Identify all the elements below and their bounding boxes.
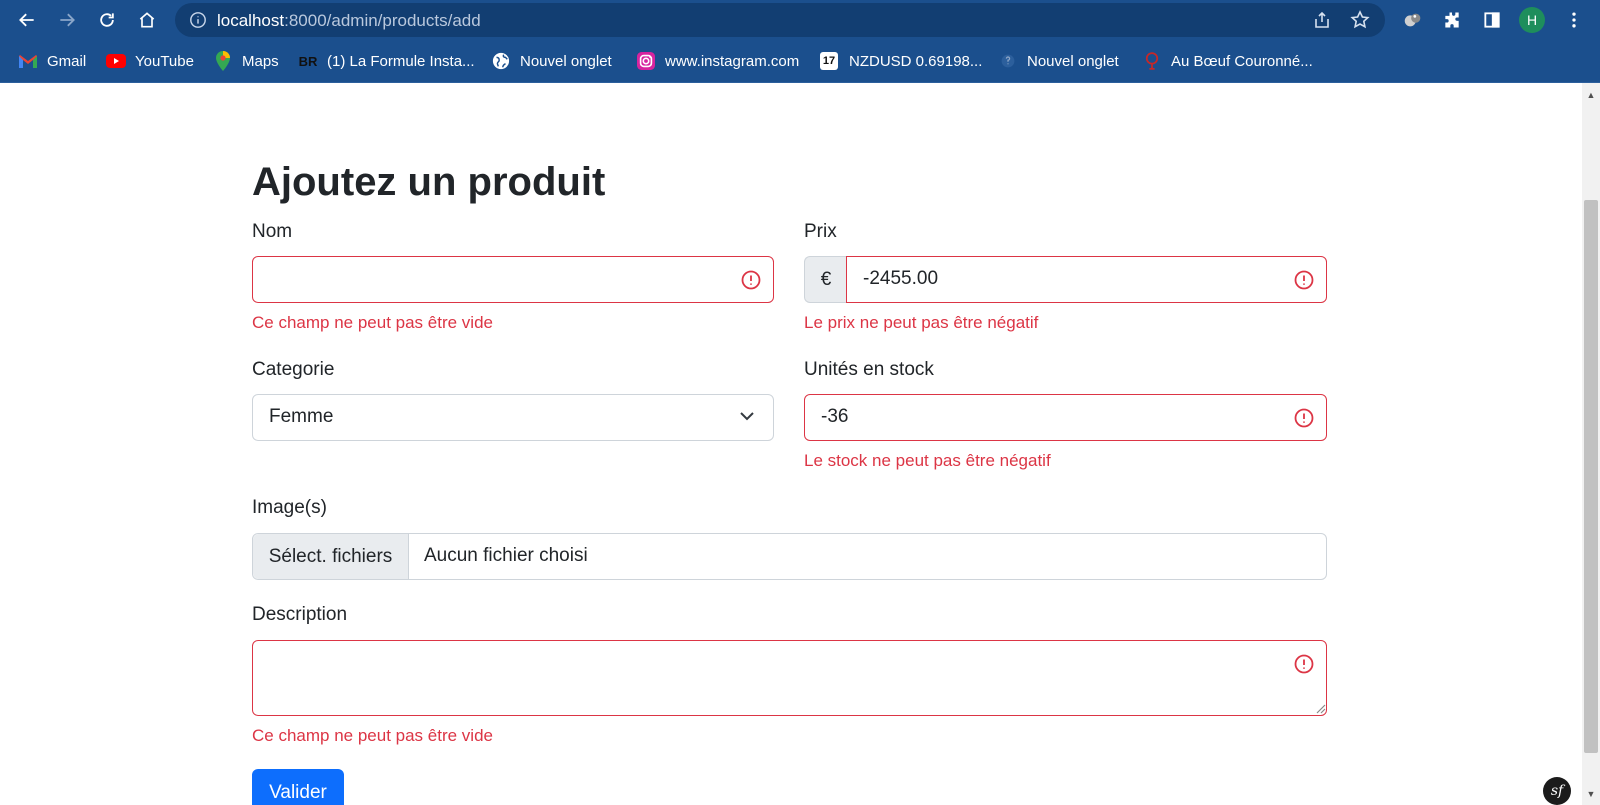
url-host: localhost <box>217 11 285 30</box>
error-icon <box>741 270 761 290</box>
side-panel-icon[interactable] <box>1480 8 1504 32</box>
bookmark-label: Nouvel onglet <box>520 52 612 70</box>
price-error: Le prix ne peut pas être négatif <box>804 313 1039 332</box>
symfony-icon[interactable]: sf <box>1543 777 1571 805</box>
bookmark-label: YouTube <box>135 52 194 70</box>
category-select[interactable]: Femme <box>252 394 774 441</box>
url-path: :8000/admin/products/add <box>284 11 481 30</box>
category-selected: Femme <box>269 406 334 427</box>
forward-button[interactable] <box>52 5 82 35</box>
bookmark-nzdusd[interactable]: 17 NZDUSD 0.69198... <box>820 50 982 72</box>
address-bar[interactable]: localhost:8000/admin/products/add <box>175 3 1385 37</box>
name-label: Nom <box>252 221 293 242</box>
bookmark-label: www.instagram.com <box>665 52 800 70</box>
scroll-up-icon[interactable]: ▲ <box>1586 90 1596 100</box>
star-icon[interactable] <box>1350 10 1370 30</box>
home-icon <box>139 12 155 28</box>
stock-label: Unités en stock <box>804 359 934 380</box>
bookmark-instagram[interactable]: www.instagram.com <box>636 50 799 72</box>
url-text[interactable]: localhost:8000/admin/products/add <box>217 11 481 31</box>
puzzle-icon[interactable] <box>1440 8 1464 32</box>
globe-icon <box>491 52 511 70</box>
tradingview-icon: 17 <box>820 52 838 70</box>
submit-button[interactable]: Valider <box>252 769 344 805</box>
share-icon[interactable] <box>1312 10 1332 30</box>
bookmark-nouvel-onglet-1[interactable]: Nouvel onglet <box>491 50 612 72</box>
maps-icon <box>213 51 233 71</box>
bookmark-label: (1) La Formule Insta... <box>327 52 475 70</box>
scroll-down-icon[interactable]: ▼ <box>1586 789 1596 799</box>
file-status: Aucun fichier choisi <box>424 545 588 566</box>
description-error: Ce champ ne peut pas être vide <box>252 726 493 745</box>
price-value: -2455.00 <box>863 268 939 289</box>
description-textarea[interactable] <box>252 640 1327 716</box>
bookmark-label: Au Bœuf Couronné... <box>1171 52 1313 70</box>
extension-spheres-icon[interactable] <box>1401 8 1425 32</box>
bookmark-maps[interactable]: Maps <box>213 50 279 72</box>
price-label: Prix <box>804 221 837 242</box>
arrow-left-icon <box>19 13 34 27</box>
bookmark-nouvel-onglet-2[interactable]: Nouvel onglet <box>998 50 1119 72</box>
error-icon <box>1294 408 1314 428</box>
youtube-icon <box>106 52 126 70</box>
profile-avatar[interactable]: H <box>1519 7 1545 33</box>
bookmark-gmail[interactable]: Gmail <box>18 50 86 72</box>
reload-icon <box>100 13 114 27</box>
bookmark-la-formule[interactable]: BR (1) La Formule Insta... <box>298 50 475 72</box>
browser-toolbar: localhost:8000/admin/products/add H <box>0 0 1600 40</box>
images-label: Image(s) <box>252 497 327 518</box>
info-icon[interactable] <box>189 11 207 29</box>
resize-handle-icon[interactable] <box>1314 702 1326 714</box>
bookmark-label: Maps <box>242 52 279 70</box>
choose-files-button[interactable]: Sélect. fichiers <box>253 534 409 579</box>
error-icon <box>1294 654 1314 674</box>
bookmark-label: Nouvel onglet <box>1027 52 1119 70</box>
bookmark-label: NZDUSD 0.69198... <box>849 52 983 70</box>
br-icon: BR <box>298 53 318 69</box>
bookmark-au-boeuf[interactable]: Au Bœuf Couronné... <box>1142 50 1313 72</box>
back-button[interactable] <box>12 5 42 35</box>
gmail-icon <box>18 52 38 70</box>
bookmark-youtube[interactable]: YouTube <box>106 50 194 72</box>
images-file-input[interactable]: Aucun fichier choisi <box>252 533 1327 580</box>
name-error: Ce champ ne peut pas être vide <box>252 313 493 332</box>
currency-prefix: € <box>804 256 847 303</box>
stock-value: -36 <box>821 406 849 427</box>
description-label: Description <box>252 604 348 625</box>
chevron-down-icon <box>740 412 754 421</box>
home-button[interactable] <box>132 5 162 35</box>
stock-input[interactable]: -36 <box>804 394 1327 441</box>
reload-button[interactable] <box>92 5 122 35</box>
category-label: Categorie <box>252 359 335 380</box>
name-input[interactable] <box>252 256 774 303</box>
error-icon <box>1294 270 1314 290</box>
price-input[interactable]: -2455.00 <box>846 256 1327 303</box>
arrow-right-icon <box>60 13 75 27</box>
bookmark-label: Gmail <box>47 52 87 70</box>
scrollbar-thumb[interactable] <box>1584 200 1598 753</box>
stock-error: Le stock ne peut pas être négatif <box>804 451 1051 470</box>
restaurant-icon <box>1142 52 1162 70</box>
instagram-icon <box>636 52 656 70</box>
page-title: Ajoutez un produit <box>252 160 606 204</box>
menu-kebab-icon[interactable] <box>1562 8 1586 32</box>
tab-icon <box>998 52 1018 70</box>
